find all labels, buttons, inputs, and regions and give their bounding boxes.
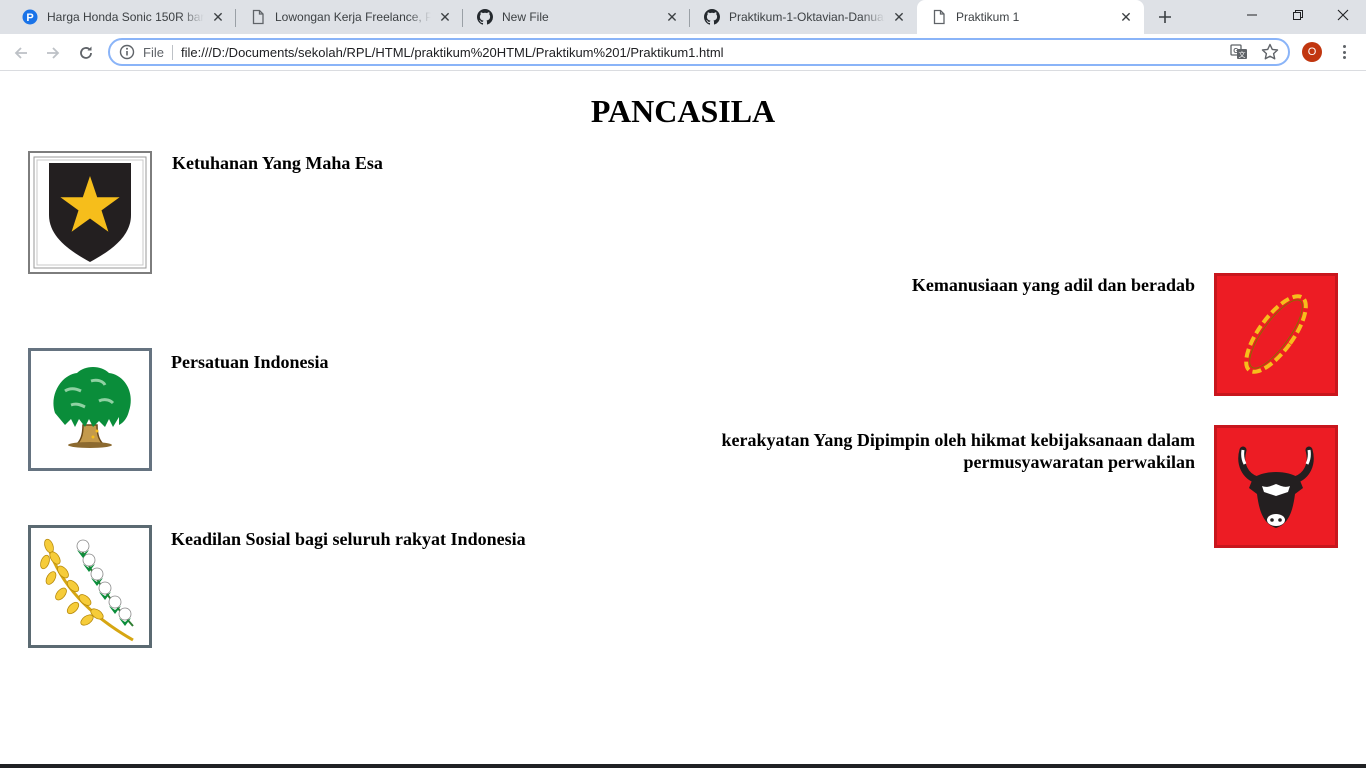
tab-title: New File: [502, 10, 549, 24]
chain-icon: [1214, 273, 1338, 396]
tab-lowongan-kerja[interactable]: Lowongan Kerja Freelance, Pari ✕: [236, 0, 463, 34]
svg-text:文: 文: [1239, 50, 1246, 59]
tab-title: Lowongan Kerja Freelance, Pari: [275, 10, 431, 24]
restore-icon: [1293, 10, 1303, 20]
tab-title: Praktikum-1-Oktavian-Danuarta: [729, 10, 885, 24]
sila-2-text: Kemanusiaan yang adil dan beradab: [911, 275, 1195, 295]
minimize-button[interactable]: [1229, 0, 1275, 30]
reload-button[interactable]: [73, 40, 99, 66]
menu-dots-icon[interactable]: [1336, 43, 1352, 61]
tab-title: Harga Honda Sonic 150R baru: [47, 10, 204, 24]
sila-4-text: kerakyatan Yang Dipimpin oleh hikmat keb…: [721, 430, 1195, 472]
tab-praktikum-github[interactable]: Praktikum-1-Oktavian-Danuarta ✕: [690, 0, 917, 34]
sila-1-text: Ketuhanan Yang Maha Esa: [172, 153, 383, 173]
close-icon: [1337, 9, 1349, 21]
arrow-right-icon: [47, 47, 60, 59]
rice-cotton-icon: [28, 525, 152, 648]
forward-button[interactable]: [40, 40, 66, 66]
github-icon: [704, 9, 720, 25]
profile-avatar[interactable]: O: [1302, 42, 1322, 62]
close-tab-icon[interactable]: ✕: [664, 9, 680, 25]
bookmark-star-icon[interactable]: [1260, 42, 1280, 62]
close-window-button[interactable]: [1320, 0, 1366, 30]
sila-5-text: Keadilan Sosial bagi seluruh rakyat Indo…: [171, 529, 526, 549]
close-tab-icon[interactable]: ✕: [1118, 9, 1134, 25]
close-tab-icon[interactable]: ✕: [891, 9, 907, 25]
pin-logo-icon: P: [22, 9, 38, 25]
document-icon: [250, 9, 266, 25]
restore-button[interactable]: [1275, 0, 1321, 30]
back-button[interactable]: [8, 40, 34, 66]
url-text[interactable]: file:///D:/Documents/sekolah/RPL/HTML/pr…: [181, 45, 724, 60]
tab-honda-sonic[interactable]: P Harga Honda Sonic 150R baru ✕: [8, 0, 236, 34]
svg-text:P: P: [26, 12, 33, 24]
arrow-left-icon: [14, 47, 27, 59]
address-bar[interactable]: File file:///D:/Documents/sekolah/RPL/HT…: [108, 38, 1290, 66]
browser-toolbar: File file:///D:/Documents/sekolah/RPL/HT…: [0, 34, 1366, 71]
omnibox-divider: [172, 45, 173, 60]
document-icon: [931, 9, 947, 25]
github-icon: [477, 9, 493, 25]
minimize-icon: [1247, 14, 1257, 16]
close-tab-icon[interactable]: ✕: [437, 9, 453, 25]
page-heading: PANCASILA: [590, 93, 776, 129]
info-icon[interactable]: [119, 44, 135, 60]
plus-icon: [1159, 11, 1171, 23]
page-content: PANCASILA Ketuhanan Yang Maha Esa Kemanu…: [0, 72, 1366, 764]
translate-icon[interactable]: G文: [1230, 44, 1248, 60]
tab-praktikum-1[interactable]: Praktikum 1 ✕: [917, 0, 1144, 34]
close-tab-icon[interactable]: ✕: [210, 9, 226, 25]
scheme-label: File: [143, 45, 164, 60]
new-tab-button[interactable]: [1151, 5, 1179, 29]
tab-title: Praktikum 1: [956, 10, 1020, 24]
window-bottom-edge: [0, 764, 1366, 768]
banyan-tree-icon: [28, 348, 152, 471]
sila-3-text: Persatuan Indonesia: [171, 352, 329, 372]
tab-strip: P Harga Honda Sonic 150R baru ✕ Lowongan…: [0, 0, 1366, 34]
tab-new-file[interactable]: New File ✕: [463, 0, 690, 34]
bull-head-icon: [1214, 425, 1338, 548]
reload-icon: [80, 46, 92, 59]
star-shield-icon: [28, 151, 152, 274]
